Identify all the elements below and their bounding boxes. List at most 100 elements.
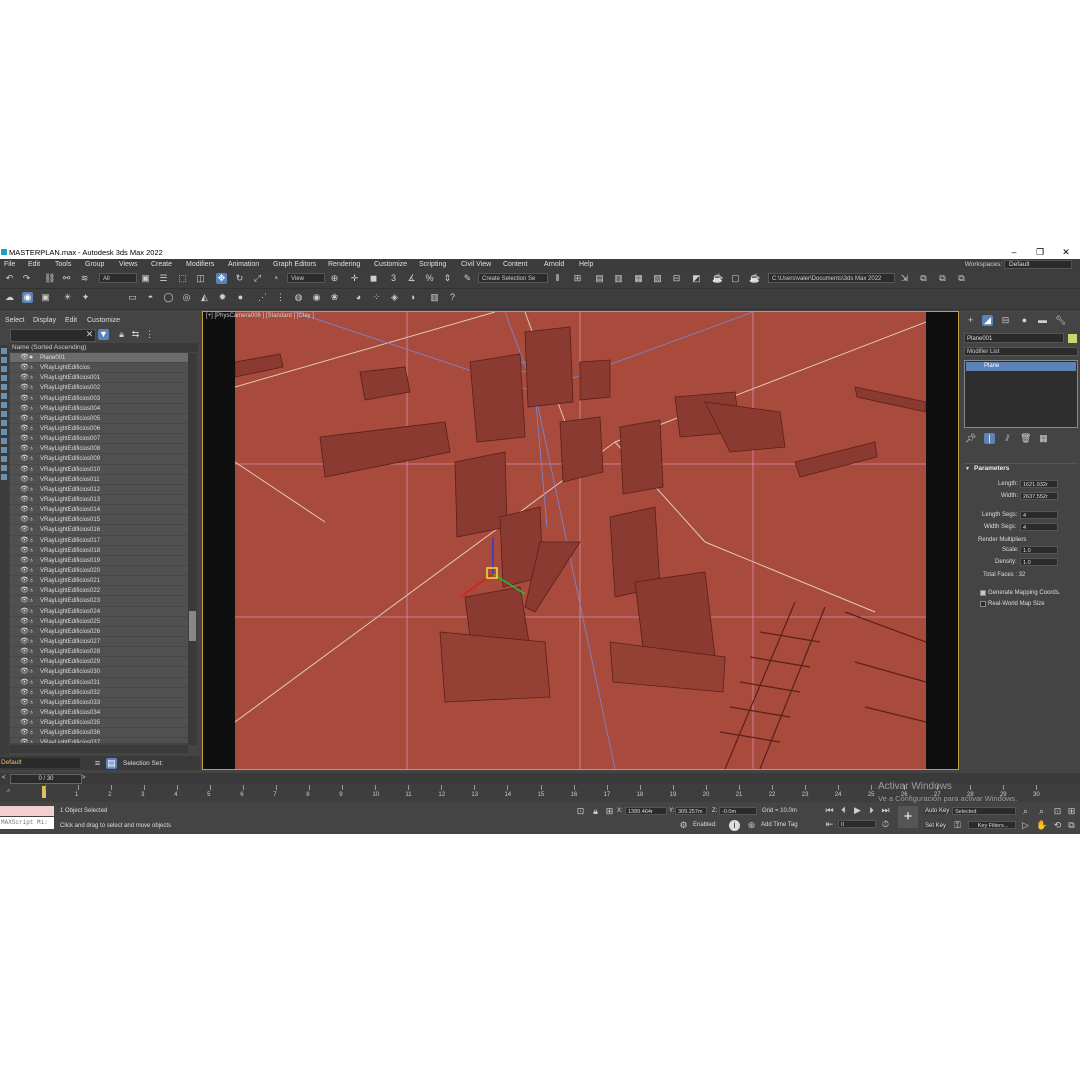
x-coordinate-field[interactable]: 1389.464r [625, 807, 667, 815]
angle-snap-icon[interactable]: ∡ [406, 273, 417, 284]
edit-named-selection-icon[interactable]: ✎ [462, 273, 473, 284]
visibility-eye-icon[interactable]: 👁︎ [20, 617, 29, 627]
z-coordinate-field[interactable]: -0.0m [719, 807, 757, 815]
list-item[interactable]: 👁︎ ♁ VRayLightEdificios008 [10, 444, 188, 455]
visibility-eye-icon[interactable]: 👁︎ [20, 546, 29, 556]
list-item[interactable]: 👁︎ ♁ VRayLightEdificios013 [10, 494, 188, 506]
vray-file-icon[interactable]: ▥ [429, 292, 440, 303]
modify-tab-icon[interactable]: ◢ [982, 315, 993, 326]
list-item[interactable]: 👁︎ ♁ VRayLightEdificios033 [10, 697, 188, 708]
menu-animation[interactable]: Animation [228, 261, 259, 268]
menu-civil-view[interactable]: Civil View [461, 261, 491, 268]
named-selection-dropdown[interactable]: Create Selection Se [478, 273, 548, 283]
vray-ambient-icon[interactable]: ◭ [199, 292, 210, 303]
visibility-eye-icon[interactable]: 👁︎ [20, 424, 29, 434]
mirror-icon[interactable]: ⫴ [552, 273, 563, 284]
vray-material-library-icon[interactable]: ⁘ [371, 292, 382, 303]
auto-key-button[interactable]: Auto Key [924, 808, 951, 814]
display-lights-icon[interactable] [1, 366, 7, 372]
pan-view-icon[interactable]: ✋ [1036, 820, 1047, 831]
curve-editor-icon[interactable]: ▧ [652, 273, 663, 284]
menu-group[interactable]: Group [85, 261, 104, 268]
workspaces[interactable]: Workspaces: Default [965, 260, 1072, 269]
list-item[interactable]: 👁︎ ♁ VRayLightEdificios010 [10, 464, 188, 475]
select-and-rotate-icon[interactable]: ↻ [234, 273, 245, 284]
light-bulb-icon[interactable]: ♁ [29, 728, 34, 738]
vray-volume-icon[interactable]: ◉ [311, 292, 322, 303]
filter-icon[interactable]: ▼ [98, 329, 109, 340]
visibility-eye-icon[interactable]: 👁︎ [20, 566, 29, 576]
keyboard-shortcut-icon[interactable]: ◼ [368, 273, 379, 284]
vray-dome-icon[interactable]: ◓ [145, 292, 156, 303]
visibility-eye-icon[interactable]: 👁︎ [20, 353, 29, 363]
create-tab-icon[interactable]: + [965, 315, 976, 326]
select-and-place-icon[interactable]: ◔ [270, 273, 281, 284]
clear-filter-icon[interactable]: ✕ [84, 329, 95, 340]
isolate-selection-icon[interactable]: ⊡ [575, 806, 586, 817]
density-spinner[interactable]: 1.0 [1020, 558, 1058, 566]
list-item[interactable]: 👁︎ ♁ VRayLightEdificios [10, 363, 188, 374]
visibility-eye-icon[interactable]: 👁︎ [20, 434, 29, 444]
visibility-eye-icon[interactable]: 👁︎ [20, 586, 29, 596]
menu-file[interactable]: File [4, 261, 15, 268]
selection-lock-icon[interactable]: 🔒︎ [590, 806, 601, 817]
light-bulb-icon[interactable]: ♁ [29, 505, 34, 515]
open-explorer-icon[interactable]: ⧉ [918, 273, 929, 284]
light-bulb-icon[interactable]: ♁ [29, 596, 34, 606]
visibility-eye-icon[interactable]: 👁︎ [20, 678, 29, 688]
display-invert-icon[interactable] [1, 474, 7, 480]
layer-dropdown[interactable]: Default [0, 758, 80, 768]
list-item[interactable]: 👁︎ ♁ VRayLightEdificios001 [10, 373, 188, 384]
viewport-label[interactable]: [+] [PhysCamera006 ] [Standard ] [Clay ] [206, 313, 314, 319]
light-bulb-icon[interactable]: ♁ [29, 404, 34, 414]
menu-scripting[interactable]: Scripting [419, 261, 446, 268]
menu-rendering[interactable]: Rendering [328, 261, 360, 268]
light-bulb-icon[interactable]: ♁ [29, 363, 34, 373]
horizontal-scrollbar[interactable] [10, 745, 188, 753]
menu-graph-editors[interactable]: Graph Editors [273, 261, 316, 268]
project-path-dropdown[interactable]: C:\Users\valer\Documents\3ds Max 2022 [768, 273, 895, 283]
tab-customize[interactable]: Customize [87, 317, 120, 324]
material-editor-icon[interactable]: ◩ [691, 273, 702, 284]
object-color-swatch[interactable] [1068, 334, 1077, 343]
light-bulb-icon[interactable]: ♁ [29, 424, 34, 434]
scale-spinner[interactable]: 1.0 [1020, 546, 1058, 554]
visibility-eye-icon[interactable]: 👁︎ [20, 414, 29, 424]
length-spinner[interactable]: 1621.932r [1020, 480, 1058, 488]
zoom-all-icon[interactable]: ⌕ [1036, 806, 1047, 817]
rendered-frame-window-icon[interactable]: ▢ [730, 273, 741, 284]
motion-tab-icon[interactable]: ● [1019, 315, 1030, 326]
list-item[interactable]: 👁︎ ♁ VRayLightEdificios002 [10, 383, 188, 394]
list-item[interactable]: 👁︎ ♁ VRayLightEdificios031 [10, 677, 188, 688]
vray-frame-buffer-icon[interactable]: ◉ [22, 292, 33, 303]
visibility-eye-icon[interactable]: 👁︎ [20, 596, 29, 606]
vray-help-icon[interactable]: ? [447, 292, 458, 303]
list-item[interactable]: 👁︎ ♁ VRayLightEdificios034 [10, 707, 188, 719]
scrollbar-thumb[interactable] [189, 611, 196, 641]
list-item[interactable]: 👁︎ ♁ VRayLightEdificios009 [10, 454, 188, 465]
display-helpers-icon[interactable] [1, 384, 7, 390]
undo-icon[interactable]: ↶ [4, 273, 15, 284]
list-item[interactable]: 👁︎ ♁ VRayLightEdificios027 [10, 636, 188, 648]
make-unique-icon[interactable]: ⫽ [1002, 433, 1013, 444]
light-bulb-icon[interactable]: ♁ [29, 475, 34, 485]
visibility-eye-icon[interactable]: 👁︎ [20, 576, 29, 586]
width-segs-spinner[interactable]: 4 [1020, 523, 1058, 531]
list-item[interactable]: 👁︎ ♁ VRayLightEdificios020 [10, 565, 188, 577]
list-item[interactable]: 👁︎ ● Plane001 [10, 353, 188, 364]
lock-icon[interactable]: 🔒︎ [116, 329, 127, 340]
list-item[interactable]: 👁︎ ♁ VRayLightEdificios018 [10, 545, 188, 556]
vray-toolbar-icon[interactable]: ☁ [4, 292, 15, 303]
adaptive-toggle-icon[interactable]: i [729, 820, 740, 831]
sync-selection-icon[interactable]: ⇆ [130, 329, 141, 340]
vray-scene-converter-icon[interactable]: ◕ [353, 292, 364, 303]
vray-infinite-plane-icon[interactable]: ◍ [293, 292, 304, 303]
visibility-eye-icon[interactable]: 👁︎ [20, 627, 29, 637]
go-to-end-icon[interactable]: ⏭ [880, 805, 891, 816]
menu-create[interactable]: Create [151, 261, 172, 268]
visibility-eye-icon[interactable]: 👁︎ [20, 383, 29, 393]
adaptive-degradation-icon[interactable]: ⚙ [678, 820, 689, 831]
visibility-eye-icon[interactable]: 👁︎ [20, 363, 29, 373]
list-item[interactable]: 👁︎ ♁ VRayLightEdificios026 [10, 626, 188, 637]
light-bulb-icon[interactable]: ♁ [29, 434, 34, 444]
